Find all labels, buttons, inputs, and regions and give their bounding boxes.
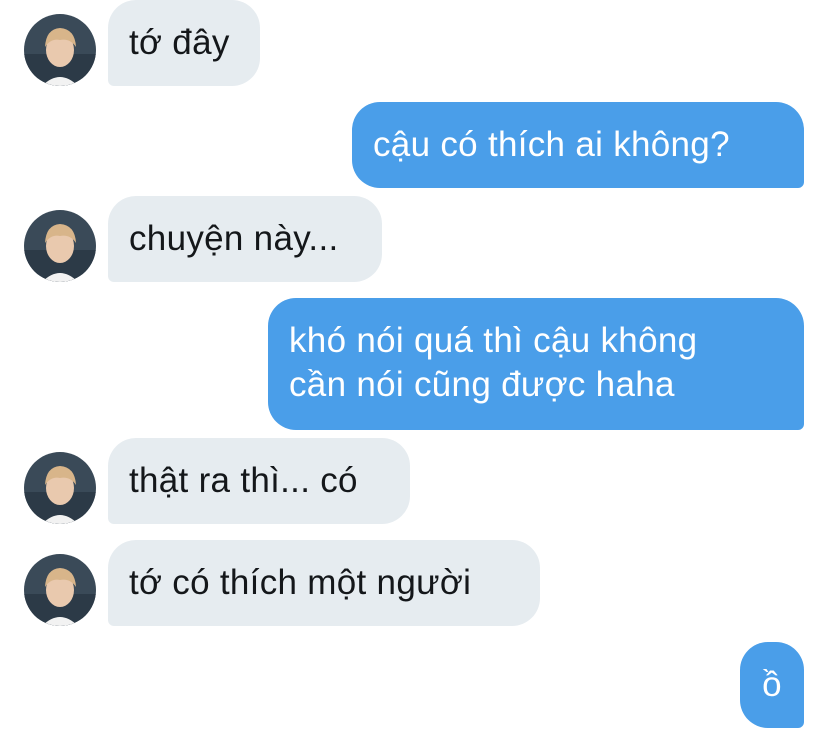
- message-bubble-outgoing[interactable]: khó nói quá thì cậu không cần nói cũng đ…: [268, 298, 804, 430]
- chat-thread: tớ đây cậu có thích ai không? chuyện này…: [0, 0, 828, 750]
- contact-avatar[interactable]: [24, 14, 96, 86]
- message-text: tớ có thích một người: [129, 563, 472, 602]
- contact-avatar[interactable]: [24, 554, 96, 626]
- message-bubble-incoming[interactable]: tớ đây: [108, 0, 260, 86]
- message-bubble-incoming[interactable]: tớ có thích một người: [108, 540, 540, 626]
- message-text: ồ: [762, 665, 782, 704]
- message-bubble-incoming[interactable]: chuyện này...: [108, 196, 382, 282]
- message-text: cậu có thích ai không?: [373, 125, 730, 164]
- message-bubble-outgoing[interactable]: cậu có thích ai không?: [352, 102, 804, 188]
- message-text: thật ra thì... có: [129, 461, 358, 500]
- message-bubble-incoming[interactable]: thật ra thì... có: [108, 438, 410, 524]
- message-text: chuyện này...: [129, 219, 339, 258]
- contact-avatar[interactable]: [24, 210, 96, 282]
- message-text: tớ đây: [129, 23, 230, 62]
- message-text-line: cần nói cũng được haha: [289, 365, 675, 404]
- message-bubble-outgoing[interactable]: ồ: [740, 642, 804, 728]
- message-text-line: khó nói quá thì cậu không: [289, 321, 698, 360]
- contact-avatar[interactable]: [24, 452, 96, 524]
